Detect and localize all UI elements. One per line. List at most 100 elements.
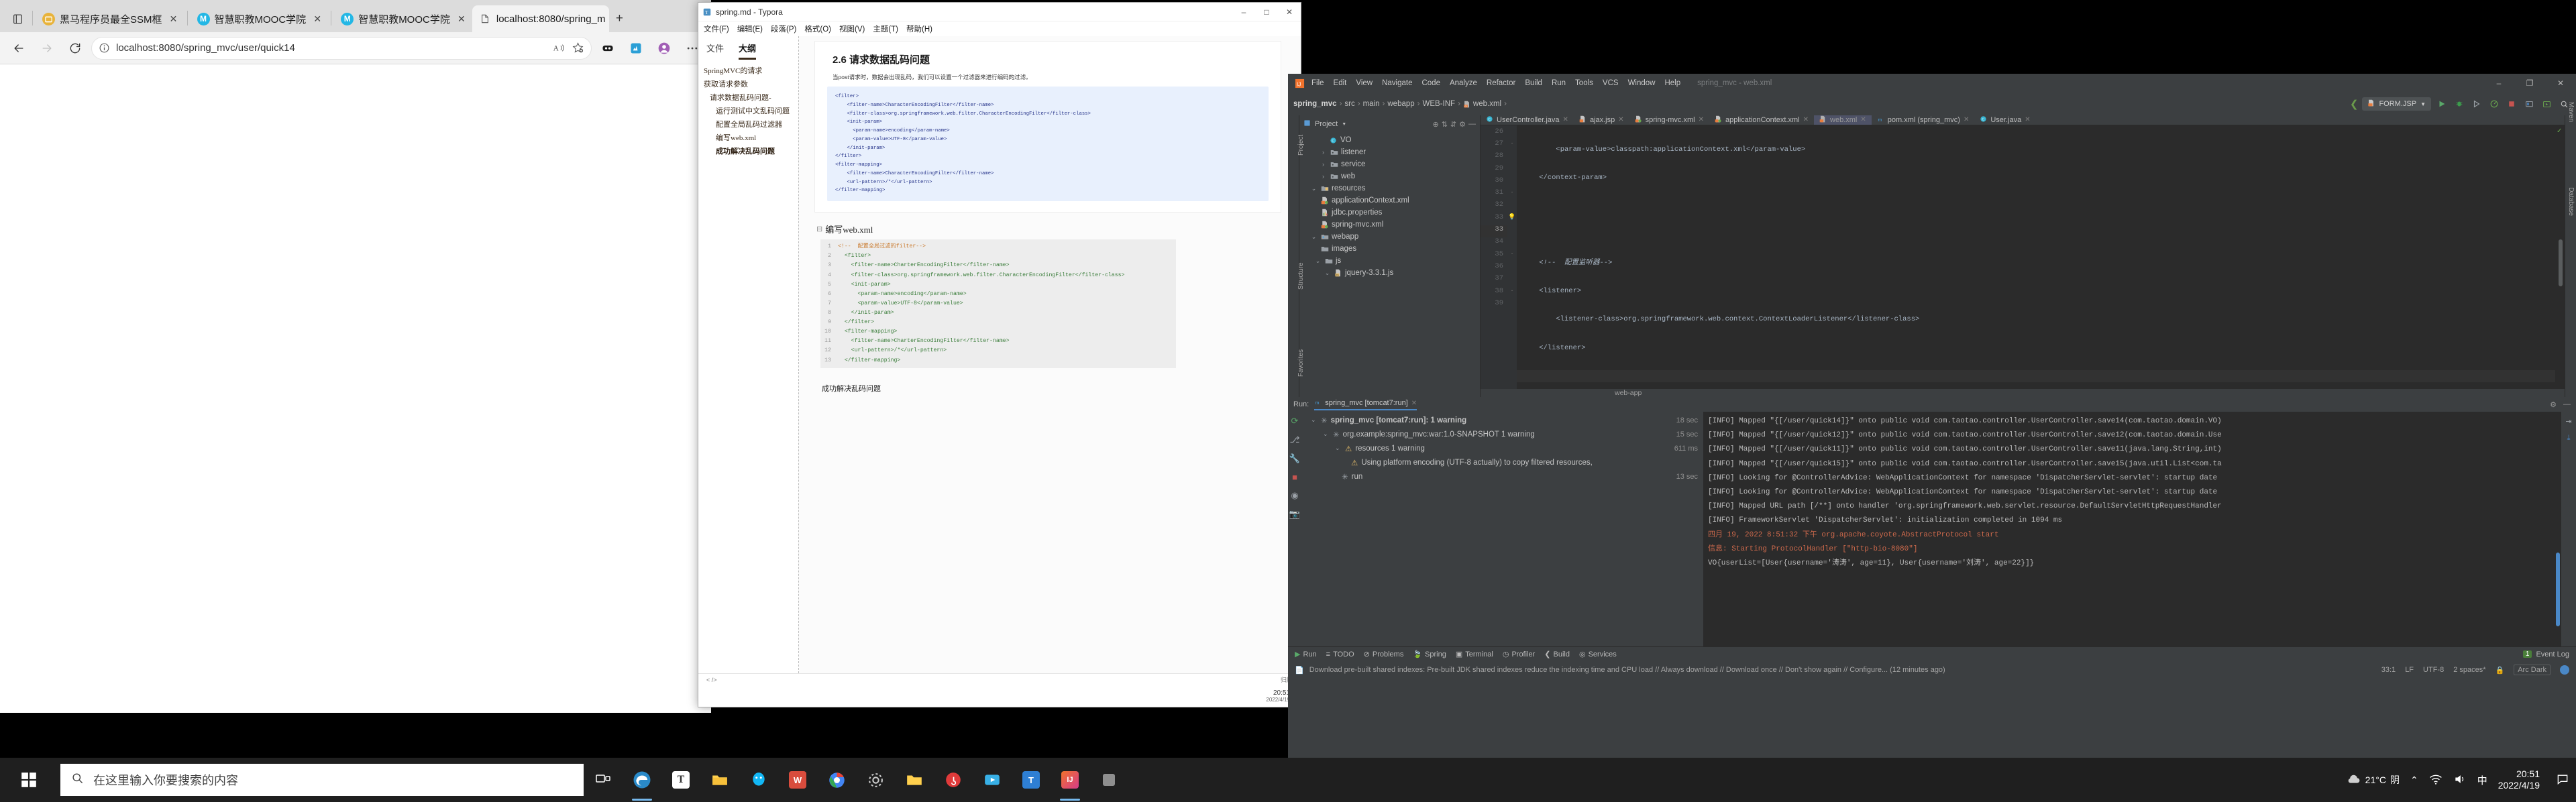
- status-indent[interactable]: 2 spaces*: [2453, 666, 2485, 674]
- wps-icon[interactable]: W: [778, 758, 817, 802]
- volume-icon[interactable]: [2453, 772, 2467, 788]
- preview-icon[interactable]: [2540, 97, 2553, 111]
- editor-tab-web-xml[interactable]: web.xml ✕: [1814, 115, 1872, 125]
- new-tab-button[interactable]: +: [609, 9, 629, 29]
- chrome-icon[interactable]: [817, 758, 856, 802]
- fold-marker[interactable]: -: [1507, 139, 1517, 152]
- editor-tab-user-java[interactable]: C User.java ✕: [1974, 115, 2035, 125]
- typora-icon[interactable]: T: [661, 758, 700, 802]
- chevron-down-icon[interactable]: ⌄: [1314, 257, 1322, 265]
- tim-icon[interactable]: T: [1012, 758, 1051, 802]
- run-console-output[interactable]: [INFO] Mapped "{[/user/quick14]}" onto p…: [1704, 412, 2553, 646]
- status-line-separator[interactable]: LF: [2405, 666, 2414, 674]
- filter-icon[interactable]: ◉: [1291, 490, 1298, 501]
- run-with-coverage-icon[interactable]: [2470, 97, 2483, 111]
- tree-item-images[interactable]: images: [1299, 243, 1480, 255]
- outline-item-5[interactable]: 编写web.xml: [704, 133, 794, 144]
- close-tab-icon[interactable]: ✕: [1411, 400, 1417, 407]
- bottom-tool-problems[interactable]: ⊘ Problems: [1364, 650, 1404, 659]
- video-icon[interactable]: [973, 758, 1012, 802]
- browser-tab-3[interactable]: localhost:8080/spring_m: [472, 5, 610, 32]
- editor-tab-ajax-jsp[interactable]: ajax.jsp ✕: [1574, 115, 1629, 125]
- tree-item-listener[interactable]: › listener: [1299, 146, 1480, 158]
- device-manager-icon[interactable]: [2522, 97, 2536, 111]
- editor-tab-spring-mvc-xml[interactable]: spring-mvc.xml ✕: [1629, 115, 1709, 125]
- chevron-down-icon[interactable]: ⌄: [1335, 445, 1342, 452]
- notifications-icon[interactable]: [2556, 772, 2569, 788]
- bottom-tool-build[interactable]: ❮ Build: [1544, 650, 1570, 659]
- bottom-tool-terminal[interactable]: ▣ Terminal: [1456, 650, 1493, 659]
- fold-marker[interactable]: [1507, 225, 1517, 237]
- scrollbar-thumb[interactable]: [2559, 239, 2563, 286]
- bottom-tool-profiler[interactable]: ◷ Profiler: [1503, 650, 1535, 659]
- menu-navigate[interactable]: Navigate: [1377, 77, 1417, 89]
- collapse-icon[interactable]: ⊕: [1432, 120, 1438, 129]
- profile-avatar[interactable]: [652, 36, 676, 60]
- fold-marker[interactable]: [1507, 152, 1517, 164]
- console-scrollbar[interactable]: [2553, 412, 2561, 646]
- project-panel-title[interactable]: Project: [1315, 120, 1338, 128]
- close-tab-icon[interactable]: ✕: [311, 12, 324, 25]
- netease-music-icon[interactable]: [934, 758, 973, 802]
- tree-item-js[interactable]: ⌄ js: [1299, 255, 1480, 267]
- chevron-down-icon[interactable]: ▼: [2420, 101, 2426, 107]
- typora-document[interactable]: 2.6 请求数据乱码问题 当post请求时，数据会出现乱码，我们可以设置一个过滤…: [799, 36, 1301, 673]
- forward-arrow-icon[interactable]: [35, 36, 59, 60]
- build-tree-row-0[interactable]: ⌄ ✳ spring_mvc [tomcat7:run]: 1 warning …: [1301, 413, 1703, 427]
- menu-file[interactable]: File: [1307, 77, 1329, 89]
- chevron-down-icon[interactable]: ⌄: [1310, 185, 1318, 192]
- editor-gutter[interactable]: 26 27 28 29 30 31 32 33 33 34 35 36 37 3…: [1481, 125, 1507, 389]
- edge-icon[interactable]: [623, 758, 661, 802]
- typora-menu-format[interactable]: 格式(O): [804, 23, 831, 34]
- typora-tab-files[interactable]: 文件: [706, 42, 724, 60]
- address-bar-value[interactable]: localhost:8080/spring_mvc/user/quick14: [116, 42, 547, 54]
- close-tab-icon[interactable]: ✕: [455, 12, 468, 25]
- tree-item-jdbc-properties[interactable]: jdbc.properties: [1299, 207, 1480, 219]
- run-configuration-selector[interactable]: FORM.JSP ▼: [2362, 97, 2431, 111]
- menu-vcs[interactable]: VCS: [1598, 77, 1623, 89]
- close-tab-icon[interactable]: ✕: [2025, 116, 2030, 123]
- chevron-right-icon[interactable]: ›: [1320, 149, 1327, 156]
- fold-marker[interactable]: [1507, 274, 1517, 286]
- chevron-right-icon[interactable]: ›: [1320, 173, 1327, 180]
- tree-item-resources[interactable]: ⌄ resources: [1299, 182, 1480, 194]
- windows-start-icon[interactable]: [0, 758, 58, 802]
- editor-tab-applicationcontext-xml[interactable]: applicationContext.xml ✕: [1709, 115, 1814, 125]
- breadcrumb-webinf[interactable]: WEB-INF: [1423, 100, 1456, 108]
- tree-item-webapp[interactable]: ⌄ webapp: [1299, 231, 1480, 243]
- back-navigation-icon[interactable]: ❮: [2350, 98, 2359, 110]
- network-icon[interactable]: [2429, 772, 2443, 788]
- collections-icon[interactable]: [596, 36, 620, 60]
- scrollbar-thumb[interactable]: [2556, 553, 2560, 626]
- menu-refactor[interactable]: Refactor: [1482, 77, 1520, 89]
- fold-marker[interactable]: -: [1507, 287, 1517, 299]
- wrench-icon[interactable]: 🔧: [1289, 453, 1300, 464]
- gear-icon[interactable]: ⚙: [2550, 400, 2557, 409]
- tree-item-applicationcontext-xml[interactable]: applicationContext.xml: [1299, 194, 1480, 207]
- settings-icon[interactable]: [856, 758, 895, 802]
- bottom-tool-services[interactable]: ◎ Services: [1579, 650, 1617, 659]
- editor-text-area[interactable]: <param-value>classpath:applicationContex…: [1517, 125, 2555, 389]
- chevron-down-icon[interactable]: ▼: [1342, 122, 1346, 127]
- tree-item-web[interactable]: › web: [1299, 170, 1480, 182]
- browser-tab-0[interactable]: 黑马程序员最全SSM框 ✕: [36, 5, 184, 32]
- bottom-tool-todo[interactable]: ≡ TODO: [1326, 650, 1354, 658]
- status-bar-message[interactable]: Download pre-built shared indexes: Pre-b…: [1309, 666, 1945, 674]
- close-tab-icon[interactable]: ✕: [1618, 116, 1623, 123]
- build-tree-row-4[interactable]: ✳ run 13 sec: [1301, 469, 1703, 483]
- add-favorite-icon[interactable]: [572, 42, 584, 54]
- editor-fold-column[interactable]: - - 💡 - -: [1507, 125, 1517, 389]
- typora-tab-outline[interactable]: 大纲: [739, 42, 757, 60]
- tree-item-service[interactable]: › service: [1299, 158, 1480, 170]
- breadcrumb-webxml[interactable]: web.xml: [1473, 100, 1501, 108]
- lock-icon[interactable]: 🔒: [2496, 666, 2505, 675]
- menu-run[interactable]: Run: [1547, 77, 1570, 89]
- sort-icon[interactable]: ⇵: [1450, 120, 1456, 129]
- breadcrumb-main[interactable]: main: [1363, 100, 1380, 108]
- bottom-tool-spring[interactable]: 🍃 Spring: [1413, 650, 1446, 659]
- fold-marker[interactable]: -: [1507, 188, 1517, 200]
- menu-analyze[interactable]: Analyze: [1445, 77, 1482, 89]
- typora-menu-view[interactable]: 视图(V): [839, 23, 865, 34]
- menu-view[interactable]: View: [1351, 77, 1377, 89]
- code-editor[interactable]: 26 27 28 29 30 31 32 33 33 34 35 36 37 3…: [1481, 125, 2565, 389]
